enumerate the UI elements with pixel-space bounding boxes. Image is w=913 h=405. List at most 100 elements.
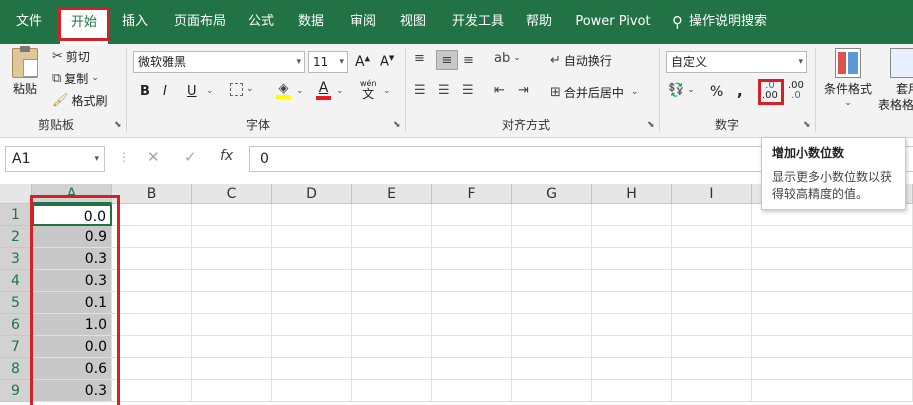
cell-f1[interactable] (432, 204, 512, 226)
cell-partial-7[interactable] (752, 336, 913, 358)
column-header-a[interactable]: A (32, 184, 112, 204)
conditional-formatting-button[interactable]: 条件格式 ⌄ (824, 48, 872, 108)
row-header-3[interactable]: 3 (0, 248, 32, 270)
cell-g3[interactable] (512, 248, 592, 270)
cell-e8[interactable] (352, 358, 432, 380)
cell-c9[interactable] (192, 380, 272, 402)
cell-i4[interactable] (672, 270, 752, 292)
cell-e9[interactable] (352, 380, 432, 402)
cell-g5[interactable] (512, 292, 592, 314)
number-format-select[interactable]: 自定义 ▾ (666, 51, 807, 73)
cell-e3[interactable] (352, 248, 432, 270)
font-size-select[interactable]: 11 ▾ (308, 51, 348, 73)
decrease-indent-button[interactable]: ⇤ (494, 84, 505, 97)
tab-help[interactable]: 帮助 (524, 0, 554, 44)
cell-e5[interactable] (352, 292, 432, 314)
row-header-1[interactable]: 1 (0, 204, 32, 226)
cell-c8[interactable] (192, 358, 272, 380)
cell-partial-5[interactable] (752, 292, 913, 314)
cell-h2[interactable] (592, 226, 672, 248)
cell-h3[interactable] (592, 248, 672, 270)
cell-f5[interactable] (432, 292, 512, 314)
cell-d2[interactable] (272, 226, 352, 248)
tab-review[interactable]: 审阅 (348, 0, 378, 44)
decrease-decimal-button[interactable]: .00 .0 (788, 81, 804, 101)
column-header-e[interactable]: E (352, 184, 432, 204)
tab-page-layout[interactable]: 页面布局 (172, 0, 228, 44)
tab-view[interactable]: 视图 (398, 0, 428, 44)
tab-formulas[interactable]: 公式 (246, 0, 276, 44)
cell-d8[interactable] (272, 358, 352, 380)
cell-partial-2[interactable] (752, 226, 913, 248)
cell-c6[interactable] (192, 314, 272, 336)
cell-i3[interactable] (672, 248, 752, 270)
cell-g7[interactable] (512, 336, 592, 358)
cell-b7[interactable] (112, 336, 192, 358)
clipboard-launcher-icon[interactable]: ⬊ (114, 120, 122, 130)
cell-e2[interactable] (352, 226, 432, 248)
cell-f8[interactable] (432, 358, 512, 380)
cell-g9[interactable] (512, 380, 592, 402)
underline-dropdown[interactable]: ⌄ (206, 86, 214, 96)
cell-i2[interactable] (672, 226, 752, 248)
cell-e1[interactable] (352, 204, 432, 226)
align-right-button[interactable]: ☰ (462, 84, 474, 97)
fill-color-dropdown[interactable]: ⌄ (296, 86, 304, 96)
cell-e6[interactable] (352, 314, 432, 336)
alignment-launcher-icon[interactable]: ⬊ (647, 120, 655, 130)
format-painter-button[interactable]: 🖌 格式刷 (52, 92, 108, 109)
select-all-button[interactable] (0, 184, 32, 204)
align-middle-button[interactable]: ≡ (436, 50, 458, 70)
grow-font-button[interactable]: A▲ (355, 54, 370, 70)
cell-c1[interactable] (192, 204, 272, 226)
cell-a9[interactable]: 0.3 (32, 380, 112, 402)
merge-center-button[interactable]: ⊞ 合并后居中 ⌄ (550, 84, 638, 101)
cell-partial-8[interactable] (752, 358, 913, 380)
cell-c3[interactable] (192, 248, 272, 270)
column-header-d[interactable]: D (272, 184, 352, 204)
cell-f3[interactable] (432, 248, 512, 270)
cell-b3[interactable] (112, 248, 192, 270)
column-header-c[interactable]: C (192, 184, 272, 204)
cell-h1[interactable] (592, 204, 672, 226)
insert-function-button[interactable]: fx (220, 148, 233, 164)
tab-file[interactable]: 文件 (14, 0, 44, 44)
orientation-button[interactable]: ab ⌄ (494, 52, 521, 65)
cell-h5[interactable] (592, 292, 672, 314)
cell-h9[interactable] (592, 380, 672, 402)
cell-a2[interactable]: 0.9 (32, 226, 112, 248)
tab-power-pivot[interactable]: Power Pivot (574, 0, 652, 44)
row-header-2[interactable]: 2 (0, 226, 32, 248)
cell-b8[interactable] (112, 358, 192, 380)
align-top-button[interactable]: ≡ (414, 52, 425, 65)
cut-button[interactable]: ✂ 剪切 (52, 48, 90, 65)
row-header-9[interactable]: 9 (0, 380, 32, 402)
row-header-6[interactable]: 6 (0, 314, 32, 336)
wrap-text-button[interactable]: ↵ 自动换行 (550, 52, 612, 69)
underline-button[interactable]: U (187, 84, 197, 99)
cell-c7[interactable] (192, 336, 272, 358)
comma-button[interactable]: , (737, 82, 743, 100)
font-name-select[interactable]: 微软雅黑 ▾ (133, 51, 305, 73)
cell-d7[interactable] (272, 336, 352, 358)
cell-i8[interactable] (672, 358, 752, 380)
cell-g8[interactable] (512, 358, 592, 380)
cell-a5[interactable]: 0.1 (32, 292, 112, 314)
cell-h8[interactable] (592, 358, 672, 380)
copy-button[interactable]: ⧉ 复制 ⌄ (52, 70, 99, 87)
phonetic-guide-button[interactable]: wén 文 (360, 78, 377, 100)
align-left-button[interactable]: ☰ (414, 84, 426, 97)
cell-f9[interactable] (432, 380, 512, 402)
phonetic-dropdown[interactable]: ⌄ (383, 86, 391, 96)
tab-developer[interactable]: 开发工具 (450, 0, 506, 44)
tell-me-search[interactable]: ⚲ 操作说明搜索 (672, 0, 812, 44)
column-header-f[interactable]: F (432, 184, 512, 204)
increase-decimal-button[interactable]: .0 .00 (762, 81, 778, 101)
cell-h6[interactable] (592, 314, 672, 336)
accounting-format-button[interactable]: 💱 ⌄ (668, 84, 695, 97)
cell-b2[interactable] (112, 226, 192, 248)
cell-a1[interactable]: 0.0 (32, 204, 112, 226)
column-header-g[interactable]: G (512, 184, 592, 204)
cell-c5[interactable] (192, 292, 272, 314)
align-bottom-button[interactable]: ≡ (463, 54, 474, 67)
